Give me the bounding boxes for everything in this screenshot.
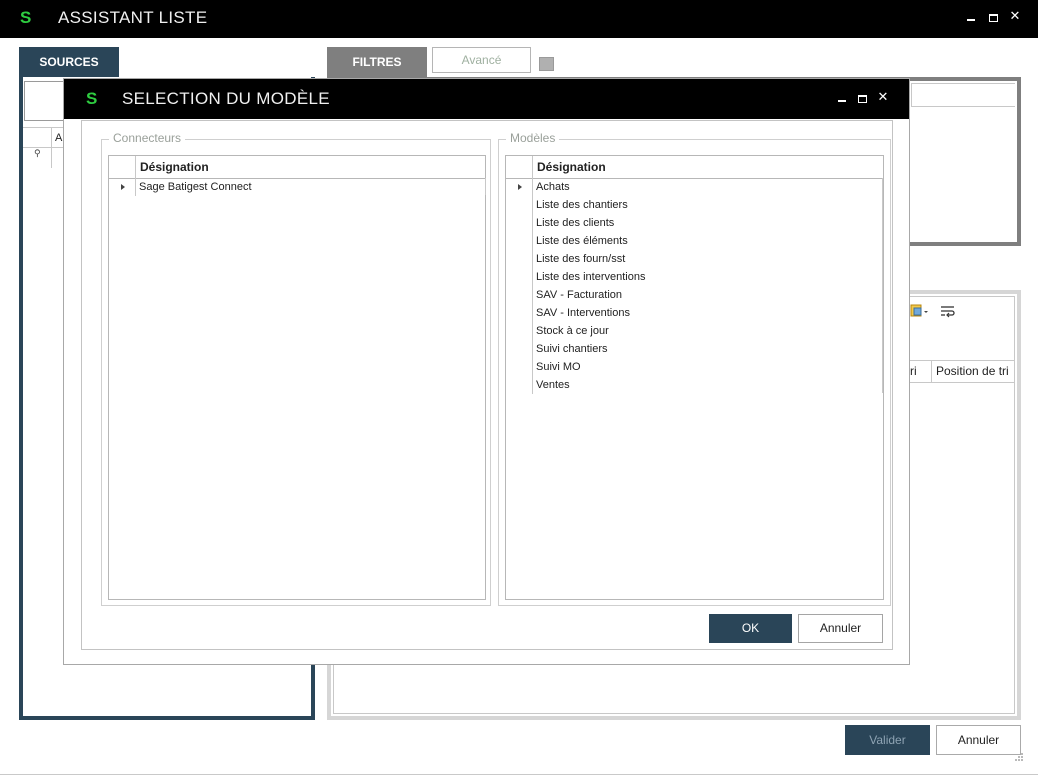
tab-sources[interactable]: SOURCES [19,47,119,77]
modeles-designation-header[interactable]: Désignation [537,156,606,178]
dialog-logo-icon: S [86,89,98,108]
list-item[interactable]: Liste des chantiers [536,196,645,214]
ok-button[interactable]: OK [709,614,792,643]
select-model-dialog: S SELECTION DU MODÈLE ✕ Connecteurs Dési… [63,78,910,665]
connecteurs-group-label: Connecteurs [109,131,186,145]
list-item[interactable]: SAV - Interventions [536,304,645,322]
pin-icon[interactable]: ⚲ [34,149,41,159]
option-square-icon[interactable] [539,57,554,71]
row-indicator-icon [518,184,522,190]
maximize-icon [857,95,867,103]
connecteurs-grid-header: Désignation [109,156,485,196]
filtres-grid-header [911,83,1015,107]
list-item[interactable]: Sage Batigest Connect [109,178,485,196]
wrap-text-icon[interactable] [940,304,956,318]
close-button[interactable]: ✕ [1007,10,1023,26]
close-icon: ✕ [1009,9,1021,24]
modeles-grid-header: Désignation [506,156,883,394]
annuler-dialog-button[interactable]: Annuler [798,614,883,643]
connecteurs-designation-header[interactable]: Désignation [140,156,209,178]
export-icon[interactable] [910,303,928,319]
dialog-title-bar: S SELECTION DU MODÈLE ✕ [64,79,909,119]
minimize-button[interactable] [963,10,979,26]
avance-button[interactable]: Avancé [432,47,531,73]
grid-divider [532,156,533,394]
status-divider [0,774,1038,775]
dialog-close-button[interactable]: ✕ [875,91,891,107]
annuler-main-button[interactable]: Annuler [936,725,1021,755]
sources-grid-column-header: A [55,132,63,144]
grid-edge [882,178,883,393]
list-item[interactable]: Achats [536,178,645,196]
list-item[interactable]: Liste des interventions [536,268,645,286]
connecteur-name: Sage Batigest Connect [139,181,252,193]
grid-edge [485,178,486,195]
list-item[interactable]: Liste des clients [536,214,645,232]
row-indicator-icon [121,184,125,190]
list-item[interactable]: Ventes [536,376,645,394]
column-header-position-de-tri[interactable]: Position de tri [931,360,1015,383]
maximize-button[interactable] [985,10,1001,26]
list-item[interactable]: SAV - Facturation [536,286,645,304]
maximize-icon [988,14,998,22]
list-item[interactable]: Stock à ce jour [536,322,645,340]
list-item[interactable]: Liste des éléments [536,232,645,250]
modeles-grid: Désignation Achats Liste des chantiers L… [505,155,884,600]
modeles-list: Achats Liste des chantiers Liste des cli… [536,178,645,394]
sources-grid-divider [51,128,52,168]
list-item[interactable]: Suivi chantiers [536,340,645,358]
connecteurs-grid: Désignation Sage Batigest Connect [108,155,486,600]
tab-filtres[interactable]: FILTRES [327,47,427,77]
dialog-maximize-button[interactable] [854,91,870,107]
app-logo-icon: S [20,8,32,27]
resize-grip-icon[interactable] [1014,751,1024,761]
main-title-bar: S ASSISTANT LISTE ✕ [0,0,1038,38]
modeles-group-label: Modèles [506,131,560,145]
minimize-icon [967,19,975,21]
list-item[interactable]: Suivi MO [536,358,645,376]
dialog-title: SELECTION DU MODÈLE [122,89,330,108]
window-title: ASSISTANT LISTE [58,8,208,27]
list-item[interactable]: Liste des fourn/sst [536,250,645,268]
close-icon: ✕ [877,90,889,105]
minimize-icon [838,100,846,102]
dialog-minimize-button[interactable] [834,91,850,107]
valider-button[interactable]: Valider [845,725,930,755]
